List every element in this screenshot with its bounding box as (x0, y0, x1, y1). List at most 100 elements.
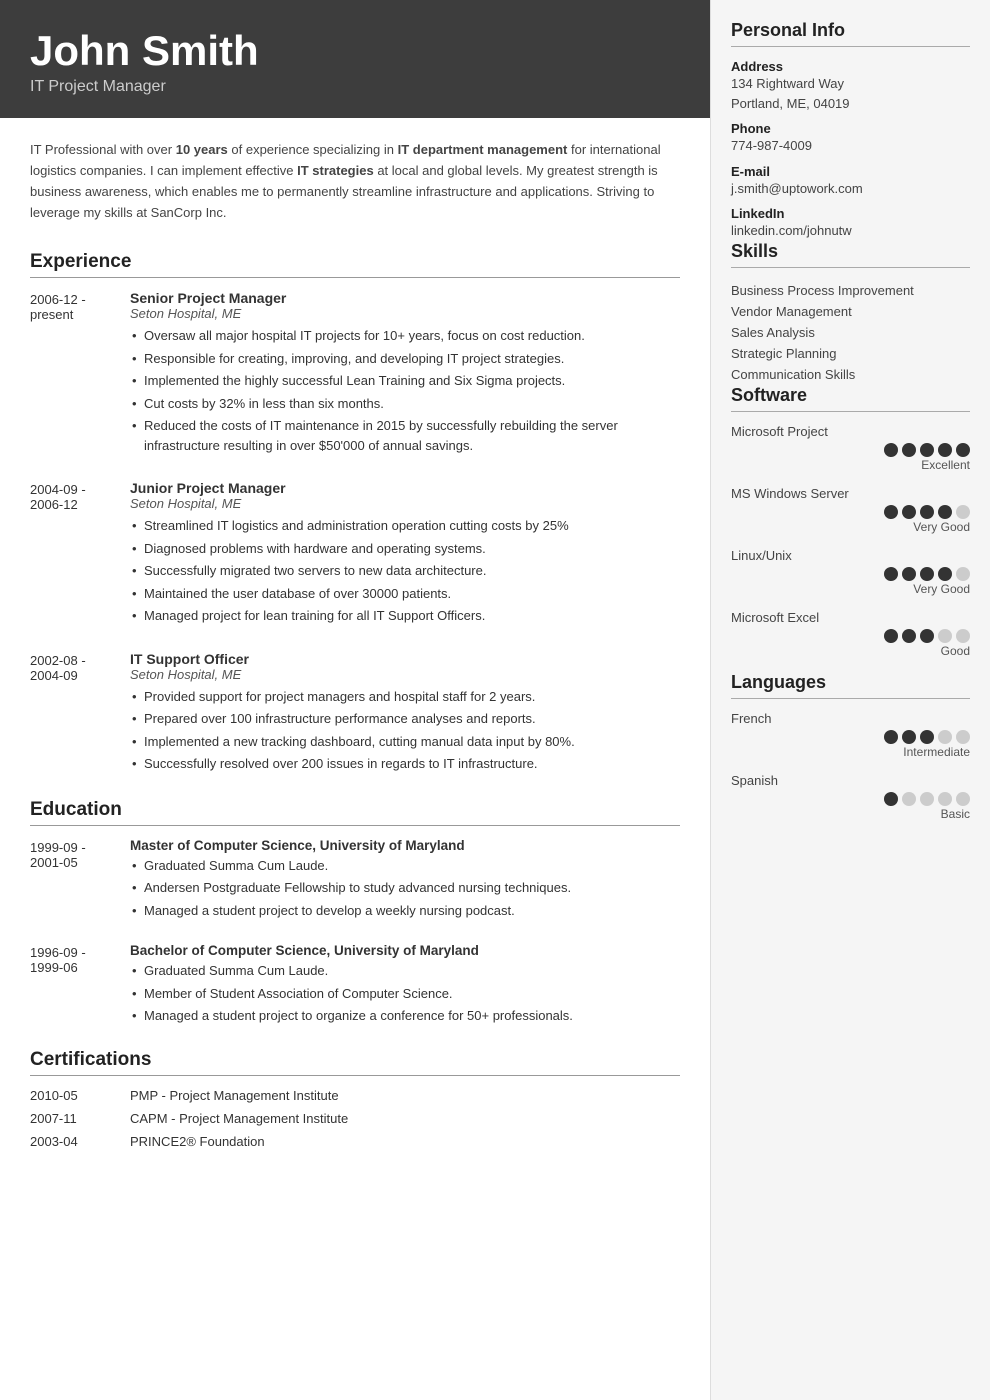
software-rating: Good (731, 644, 970, 658)
language-name: French (731, 711, 970, 726)
experience-section: Experience 2006-12 - present Senior Proj… (30, 251, 680, 777)
experience-item: 2004-09 - 2006-12 Junior Project Manager… (30, 480, 680, 629)
edu-degree: Bachelor of Computer Science, University… (130, 943, 680, 958)
edu-dates: 1996-09 - 1999-06 (30, 943, 130, 1029)
certification-item: 2010-05 PMP - Project Management Institu… (30, 1088, 680, 1103)
dot-filled (902, 730, 916, 744)
edu-bullet: Managed a student project to develop a w… (130, 901, 680, 921)
skill-item: Vendor Management (731, 301, 970, 322)
edu-date-end: 1999-06 (30, 960, 130, 975)
language-item: Spanish Basic (731, 773, 970, 821)
dot-empty (956, 792, 970, 806)
exp-dates: 2004-09 - 2006-12 (30, 480, 130, 629)
experience-item: 2002-08 - 2004-09 IT Support Officer Set… (30, 651, 680, 777)
personal-info-title: Personal Info (731, 20, 970, 47)
exp-bullet: Implemented the highly successful Lean T… (130, 371, 680, 391)
dots-row (731, 792, 970, 806)
edu-date-start: 1999-09 - (30, 840, 130, 855)
language-name: Spanish (731, 773, 970, 788)
dot-filled (902, 443, 916, 457)
language-rating: Basic (731, 807, 970, 821)
software-name: Microsoft Project (731, 424, 970, 439)
edu-bullets: Graduated Summa Cum Laude.Andersen Postg… (130, 856, 680, 921)
software-title: Software (731, 385, 970, 412)
experience-list: 2006-12 - present Senior Project Manager… (30, 290, 680, 777)
software-section: Software Microsoft Project Excellent MS … (731, 385, 970, 658)
page: John Smith IT Project Manager IT Profess… (0, 0, 990, 1400)
dot-filled (920, 443, 934, 457)
education-item: 1996-09 - 1999-06 Bachelor of Computer S… (30, 943, 680, 1029)
languages-title: Languages (731, 672, 970, 699)
software-name: Linux/Unix (731, 548, 970, 563)
dot-filled (902, 629, 916, 643)
experience-title: Experience (30, 251, 680, 278)
dot-filled (920, 567, 934, 581)
dot-empty (956, 629, 970, 643)
edu-bullet: Andersen Postgraduate Fellowship to stud… (130, 878, 680, 898)
exp-content: Senior Project Manager Seton Hospital, M… (130, 290, 680, 458)
cert-name: CAPM - Project Management Institute (130, 1111, 680, 1126)
exp-job-title: Senior Project Manager (130, 290, 680, 306)
software-rating: Very Good (731, 520, 970, 534)
dots-row (731, 629, 970, 643)
software-item: Linux/Unix Very Good (731, 548, 970, 596)
edu-bullet: Graduated Summa Cum Laude. (130, 856, 680, 876)
dot-filled (884, 730, 898, 744)
dot-filled (938, 505, 952, 519)
address-value: 134 Rightward WayPortland, ME, 04019 (731, 74, 970, 113)
skills-list: Business Process ImprovementVendor Manag… (731, 280, 970, 385)
dot-filled (956, 443, 970, 457)
language-rating: Intermediate (731, 745, 970, 759)
skill-item: Sales Analysis (731, 322, 970, 343)
edu-degree: Master of Computer Science, University o… (130, 838, 680, 853)
software-item: Microsoft Excel Good (731, 610, 970, 658)
exp-bullet: Streamlined IT logistics and administrat… (130, 516, 680, 536)
skills-title: Skills (731, 241, 970, 268)
phone-value: 774-987-4009 (731, 136, 970, 156)
exp-dates: 2002-08 - 2004-09 (30, 651, 130, 777)
exp-date-start: 2006-12 - (30, 292, 130, 307)
exp-bullet: Maintained the user database of over 300… (130, 584, 680, 604)
phone-label: Phone (731, 121, 970, 136)
software-rating: Very Good (731, 582, 970, 596)
exp-bullet: Provided support for project managers an… (130, 687, 680, 707)
skill-item: Strategic Planning (731, 343, 970, 364)
exp-bullet: Prepared over 100 infrastructure perform… (130, 709, 680, 729)
dots-row (731, 567, 970, 581)
email-value: j.smith@uptowork.com (731, 179, 970, 199)
dot-filled (884, 505, 898, 519)
languages-list: French Intermediate Spanish Basic (731, 711, 970, 821)
dot-empty (956, 567, 970, 581)
software-item: Microsoft Project Excellent (731, 424, 970, 472)
address-label: Address (731, 59, 970, 74)
linkedin-value: linkedin.com/johnutw (731, 221, 970, 241)
exp-content: Junior Project Manager Seton Hospital, M… (130, 480, 680, 629)
exp-job-title: Junior Project Manager (130, 480, 680, 496)
dot-filled (884, 629, 898, 643)
certification-item: 2007-11 CAPM - Project Management Instit… (30, 1111, 680, 1126)
exp-bullet: Oversaw all major hospital IT projects f… (130, 326, 680, 346)
certifications-title: Certifications (30, 1049, 680, 1076)
dot-filled (938, 443, 952, 457)
exp-content: IT Support Officer Seton Hospital, ME Pr… (130, 651, 680, 777)
dot-filled (920, 629, 934, 643)
edu-bullets: Graduated Summa Cum Laude.Member of Stud… (130, 961, 680, 1026)
linkedin-label: LinkedIn (731, 206, 970, 221)
software-item: MS Windows Server Very Good (731, 486, 970, 534)
cert-name: PMP - Project Management Institute (130, 1088, 680, 1103)
dot-filled (884, 443, 898, 457)
dot-filled (902, 505, 916, 519)
exp-bullet: Diagnosed problems with hardware and ope… (130, 539, 680, 559)
dots-row (731, 730, 970, 744)
dot-empty (938, 792, 952, 806)
personal-info-section: Personal Info Address 134 Rightward WayP… (731, 20, 970, 241)
edu-bullet: Graduated Summa Cum Laude. (130, 961, 680, 981)
experience-item: 2006-12 - present Senior Project Manager… (30, 290, 680, 458)
exp-company: Seton Hospital, ME (130, 667, 680, 682)
exp-date-end: 2004-09 (30, 668, 130, 683)
dot-empty (956, 505, 970, 519)
skill-item: Business Process Improvement (731, 280, 970, 301)
exp-bullets: Streamlined IT logistics and administrat… (130, 516, 680, 626)
exp-bullet: Successfully migrated two servers to new… (130, 561, 680, 581)
education-item: 1999-09 - 2001-05 Master of Computer Sci… (30, 838, 680, 924)
